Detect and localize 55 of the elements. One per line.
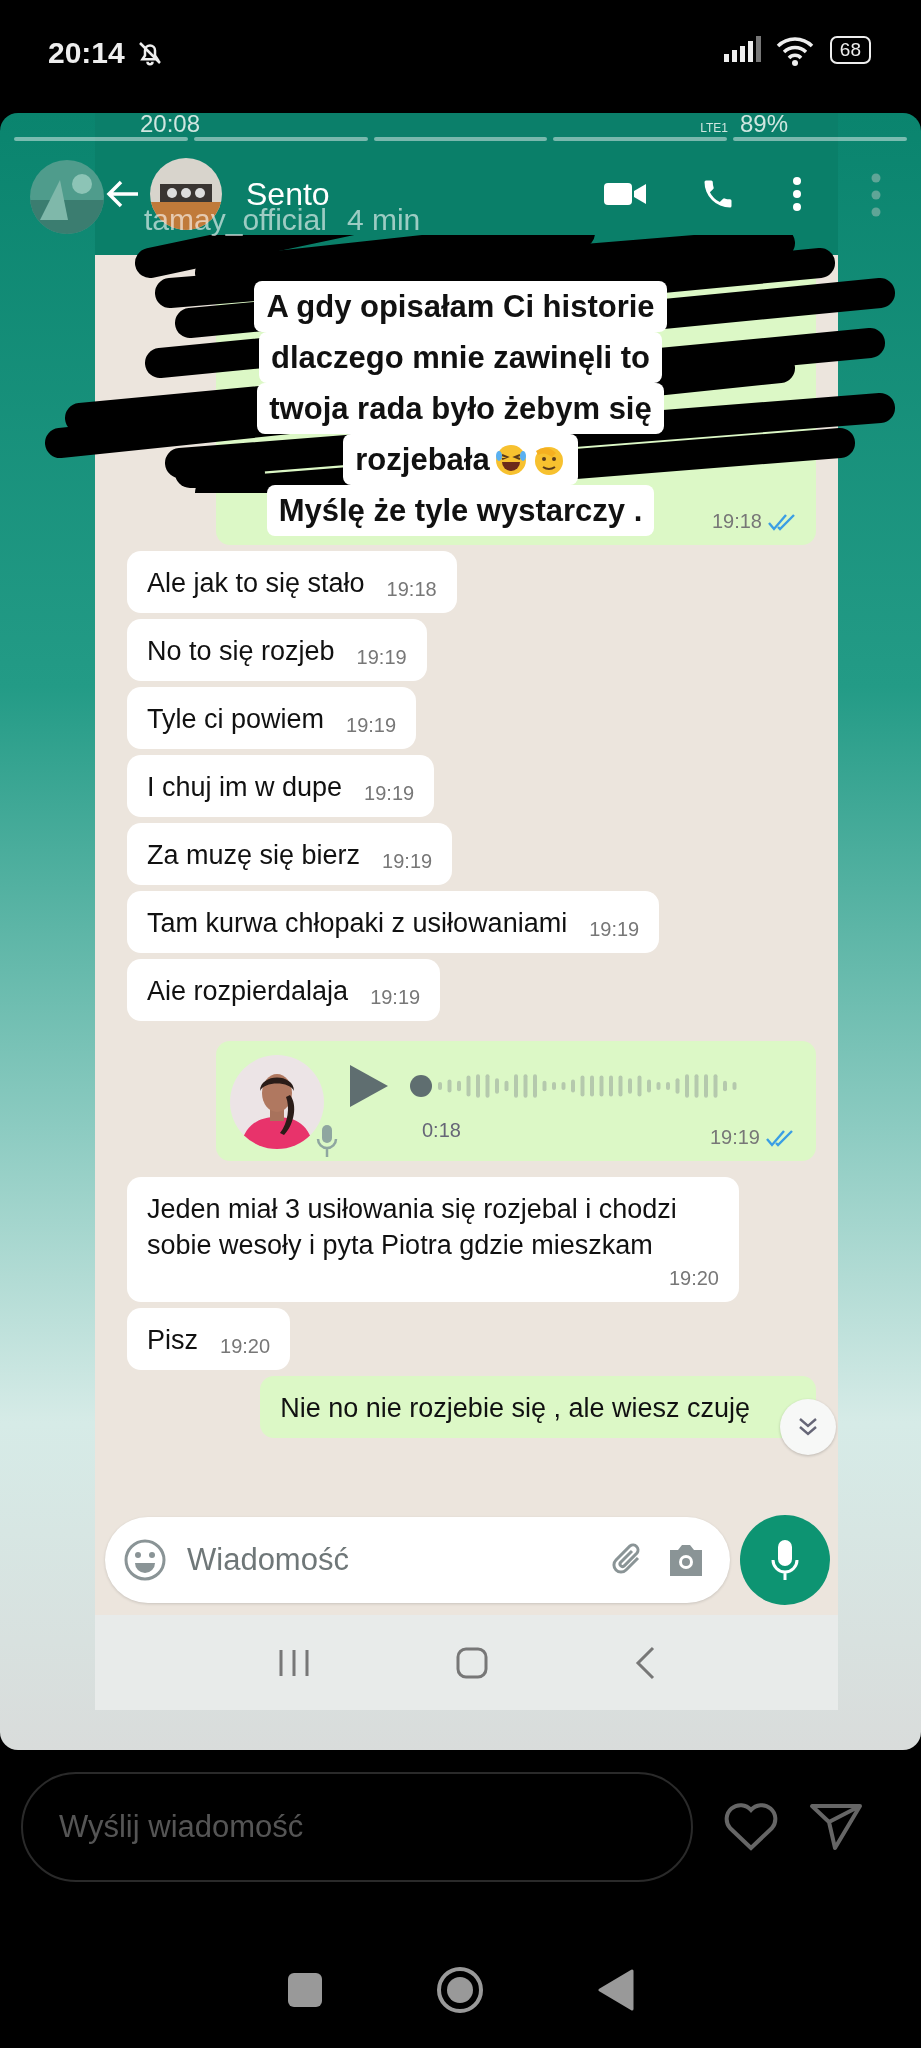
message-time: 19:19 (589, 918, 640, 941)
story-time: 4 min (346, 203, 421, 237)
status-time: 20:14 (48, 36, 125, 70)
recent-apps-icon[interactable] (286, 1972, 323, 2008)
message-text: Tam kurwa chłopaki z usiłowaniami (147, 907, 568, 940)
battery-indicator: 68 (829, 36, 871, 64)
message-text: Za muzę się bierz (147, 839, 361, 872)
scroll-down-button[interactable] (780, 1399, 836, 1455)
message-text: No to się rozjeb (147, 635, 335, 668)
message-text: Nie no nie rozjebie się , ale wiesz czuję (280, 1392, 750, 1425)
home-icon[interactable] (436, 1966, 485, 2014)
sticker-text: twoja rada było żebym się (269, 390, 652, 428)
message-time: 19:18 (386, 578, 437, 601)
message-field[interactable]: Wiadomość (185, 1541, 590, 1579)
sticker-text: rozjebała (355, 441, 490, 479)
message-text: Pisz (147, 1324, 198, 1357)
message-time: 19:19 (709, 1126, 760, 1149)
message-time: 19:20 (668, 1267, 719, 1290)
send-icon[interactable] (809, 1802, 863, 1852)
sticker-text: A gdy opisałam Ci historie (266, 288, 655, 326)
sticker-text: Myślę że tyle wystarczy . (278, 492, 643, 530)
message-text: Jeden miał 3 usiłowania się rozjebal i chodzi sobie wesoły i pyta Piotra gdzie mieszkam (147, 1193, 678, 1262)
heart-icon[interactable] (723, 1802, 779, 1852)
message-text: Ale jak to się stało (147, 567, 365, 600)
chevrons-down-icon (797, 1416, 819, 1438)
message-text: Tyle ci powiem (147, 703, 325, 736)
video-call-icon[interactable] (604, 181, 646, 207)
battery-percent: 89% (739, 113, 788, 138)
voice-duration: 0:18 (422, 1119, 461, 1141)
back-arrow-icon[interactable] (106, 179, 140, 209)
message-time: 19:19 (370, 986, 421, 1009)
message-text: Aie rozpierdalaja (147, 975, 349, 1008)
microphone-icon (770, 1538, 800, 1582)
network-label: LTE1 (700, 121, 728, 135)
microphone-icon (316, 1123, 338, 1159)
play-icon[interactable] (350, 1065, 388, 1107)
message-time: 19:19 (356, 646, 407, 669)
status-time: 20:08 (140, 113, 201, 138)
back-icon[interactable] (598, 1969, 635, 2011)
back-icon[interactable] (633, 1645, 656, 1680)
recent-apps-icon[interactable] (277, 1647, 312, 1678)
sticker-text: dlaczego mnie zawinęli to (271, 339, 650, 377)
reply-field[interactable]: Wyślij wiadomość (21, 1772, 693, 1882)
message-time: 19:19 (364, 782, 415, 805)
message-time: 19:20 (220, 1335, 271, 1358)
home-icon[interactable] (455, 1645, 490, 1680)
more-options-icon[interactable] (792, 177, 802, 211)
message-time: 19:18 (711, 510, 762, 533)
message-text: I chuj im w dupe (147, 771, 343, 804)
message-time: 19:19 (382, 850, 433, 873)
laughing-emoji-icon (493, 442, 528, 477)
message-time: 19:19 (346, 714, 397, 737)
message-bar[interactable]: Wiadomość (105, 1517, 730, 1603)
wifi-icon (775, 36, 814, 66)
emoji-icon[interactable] (123, 1538, 167, 1582)
